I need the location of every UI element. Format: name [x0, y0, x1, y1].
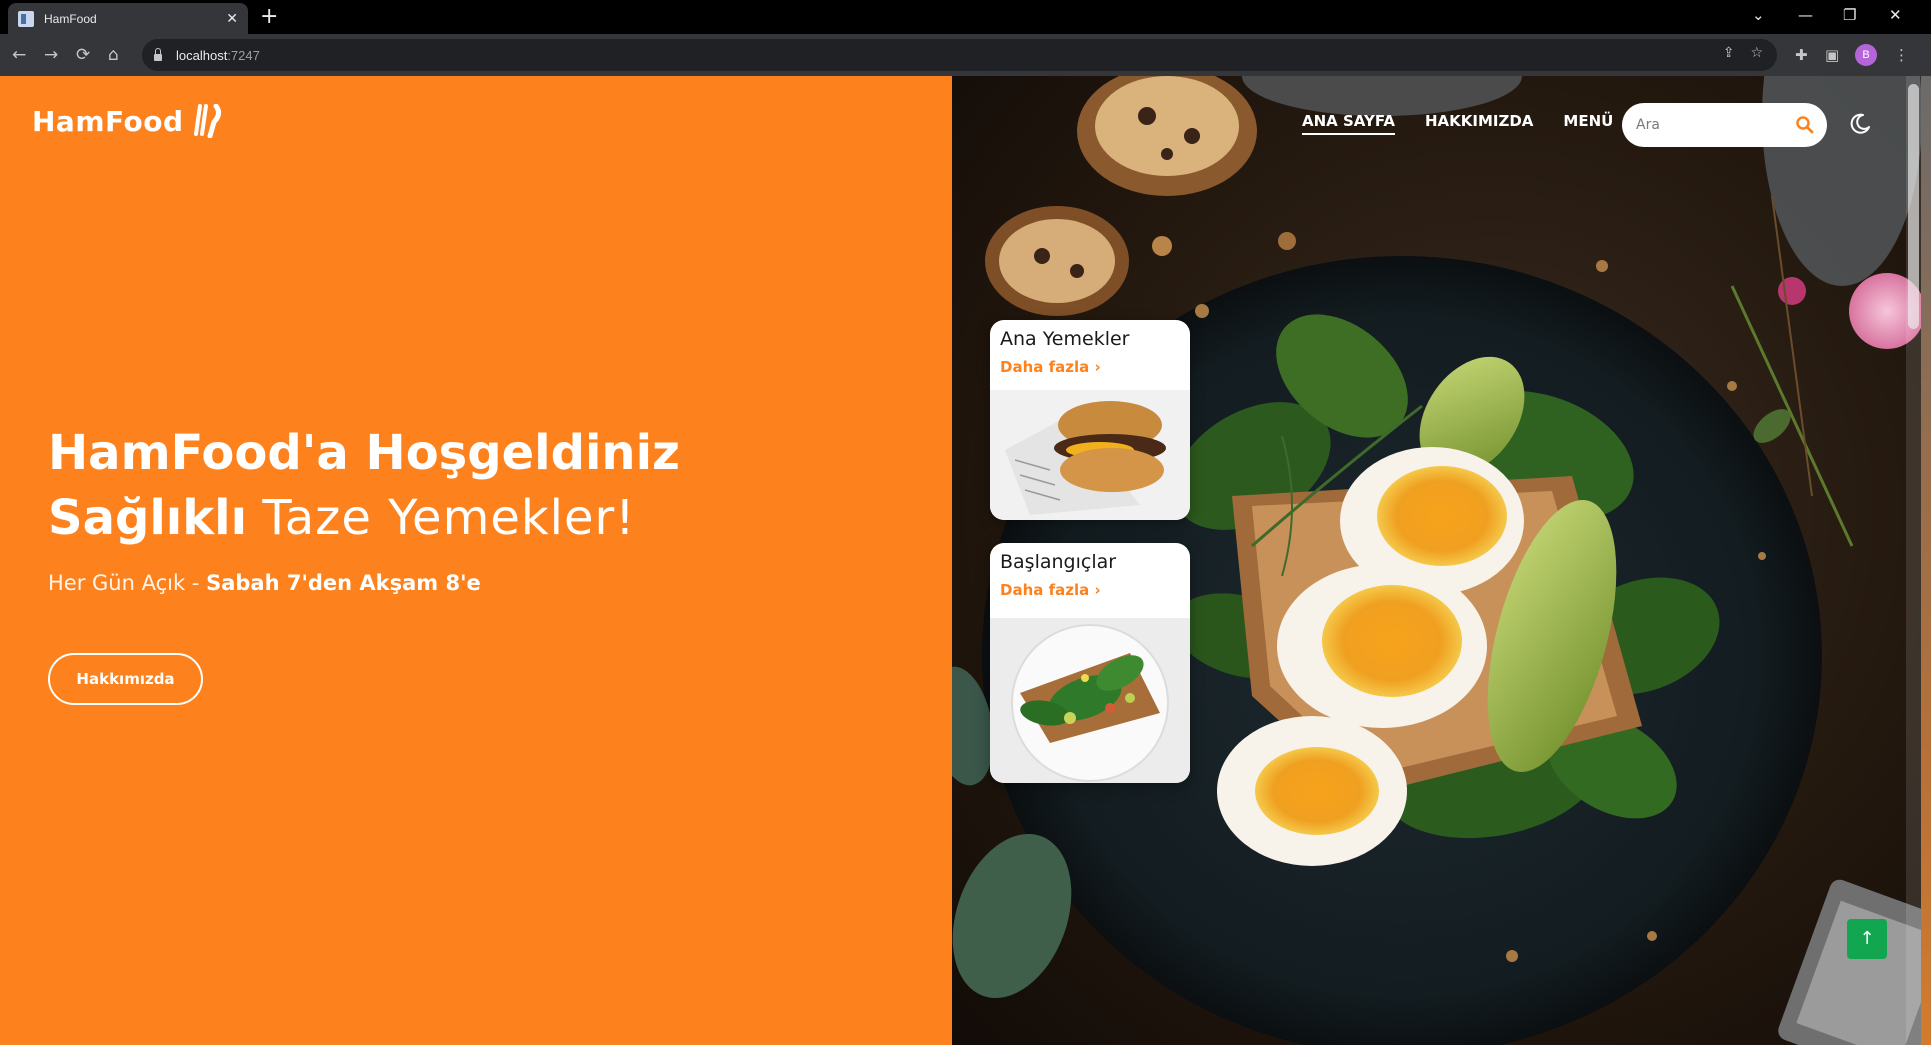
hero-subtitle: Sağlıklı Taze Yemekler!	[48, 485, 680, 551]
browser-toolbar: ← → ⟳ ⌂ localhost:7247 ⇪ ☆ ✚ ▣ ⋮	[0, 34, 1931, 76]
favicon-icon	[18, 10, 34, 27]
kebab-menu-icon[interactable]: ⋮	[1894, 44, 1909, 66]
close-window-icon[interactable]: ✕	[1889, 4, 1902, 26]
close-tab-icon[interactable]: ✕	[226, 11, 238, 27]
hero-title: HamFood'a Hoşgeldiniz	[48, 425, 680, 481]
card-more-label: Daha fazla	[1000, 358, 1090, 376]
lock-icon[interactable]	[154, 47, 162, 61]
main-nav: ANA SAYFA HAKKIMIZDA MENÜ	[1302, 112, 1613, 135]
starter-plate-image	[990, 618, 1190, 783]
page-viewport: HamFood HamFood'a Hoşgeldiniz Sağlıklı T…	[0, 76, 1931, 1045]
back-icon[interactable]: ←	[12, 43, 26, 67]
chevron-right-icon: ›	[1094, 581, 1101, 599]
address-bar[interactable]: localhost:7247 ⇪ ☆	[142, 39, 1777, 71]
search-icon[interactable]	[1795, 115, 1815, 135]
utensils-icon	[193, 104, 221, 138]
url-host: localhost	[176, 47, 228, 63]
card-title: Ana Yemekler	[1000, 328, 1130, 350]
forward-icon[interactable]: →	[44, 43, 58, 67]
sidepanel-icon[interactable]: ▣	[1825, 44, 1839, 66]
browser-tab[interactable]: HamFood ✕	[8, 3, 248, 34]
scrollbar-thumb[interactable]	[1908, 84, 1919, 329]
search-box	[1622, 103, 1827, 147]
scroll-to-top-button[interactable]: ↑	[1847, 919, 1887, 959]
reload-icon[interactable]: ⟳	[76, 43, 90, 67]
window-edge	[1921, 76, 1931, 1045]
card-title: Başlangıçlar	[1000, 551, 1117, 573]
hero-subtitle-light: Taze Yemekler!	[262, 490, 636, 546]
category-card-starters[interactable]: Başlangıçlar Daha fazla ›	[990, 543, 1190, 783]
tab-title: HamFood	[44, 11, 97, 26]
card-more-label: Daha fazla	[1000, 581, 1090, 599]
restore-icon[interactable]: ❐	[1843, 4, 1856, 26]
star-icon[interactable]: ☆	[1750, 45, 1763, 61]
card-more-link[interactable]: Daha fazla ›	[1000, 358, 1101, 376]
category-card-main-dishes[interactable]: Ana Yemekler Daha fazla ›	[990, 320, 1190, 520]
moon-icon[interactable]	[1848, 112, 1872, 136]
home-icon[interactable]: ⌂	[108, 43, 119, 67]
profile-avatar[interactable]: B	[1855, 44, 1877, 66]
search-input[interactable]	[1636, 113, 1786, 137]
new-tab-icon[interactable]: +	[260, 4, 278, 30]
share-icon[interactable]: ⇪	[1723, 45, 1735, 61]
hero-subtitle-bold: Sağlıklı	[48, 490, 248, 546]
burger-image	[990, 390, 1190, 520]
page-scrollbar[interactable]	[1906, 76, 1921, 1045]
card-more-link[interactable]: Daha fazla ›	[1000, 581, 1101, 599]
chevron-right-icon: ›	[1094, 358, 1101, 376]
nav-menu[interactable]: MENÜ	[1563, 112, 1613, 135]
tab-search-icon[interactable]: ⌄	[1752, 4, 1765, 26]
hours-value: Sabah 7'den Akşam 8'e	[206, 571, 481, 595]
minimize-icon[interactable]: —	[1798, 4, 1813, 26]
url-port: :7247	[227, 47, 260, 63]
nav-about[interactable]: HAKKIMIZDA	[1425, 112, 1533, 135]
logo-text: HamFood	[32, 104, 184, 138]
extensions-icon[interactable]: ✚	[1795, 44, 1808, 66]
opening-hours: Her Gün Açık - Sabah 7'den Akşam 8'e	[48, 571, 680, 595]
hero-text: HamFood'a Hoşgeldiniz Sağlıklı Taze Yeme…	[48, 421, 680, 595]
arrow-up-icon: ↑	[1859, 928, 1875, 949]
browser-tabstrip: HamFood ✕ + ⌄ — ❐ ✕	[0, 0, 1931, 34]
nav-home[interactable]: ANA SAYFA	[1302, 112, 1395, 135]
about-button[interactable]: Hakkımızda	[48, 653, 203, 705]
hours-label: Her Gün Açık -	[48, 571, 200, 595]
site-logo[interactable]: HamFood	[32, 104, 222, 138]
